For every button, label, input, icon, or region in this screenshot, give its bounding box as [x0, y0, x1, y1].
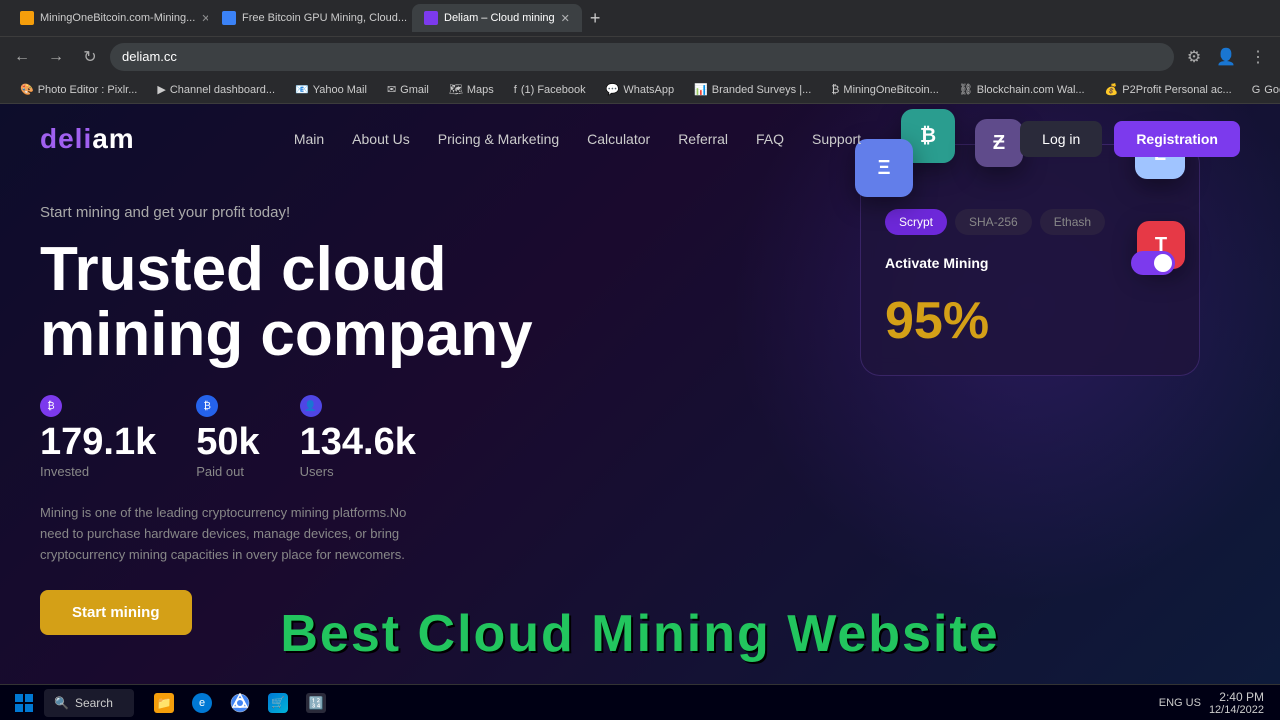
bookmark-12[interactable]: GGoogle AdSense: [1244, 82, 1280, 98]
profile-button[interactable]: 👤: [1212, 43, 1240, 71]
nav-faq[interactable]: FAQ: [756, 131, 784, 147]
refresh-button[interactable]: ↻: [76, 43, 104, 71]
bookmark-7[interactable]: 💬WhatsApp: [598, 81, 682, 98]
start-button[interactable]: [8, 689, 40, 717]
stat-invested-value: 179.1k: [40, 421, 156, 464]
activate-row: Activate Mining: [885, 251, 1175, 275]
bookmark-5[interactable]: 🗺Maps: [441, 81, 502, 98]
mining-toggle[interactable]: [1131, 251, 1175, 275]
nav-bar: ← → ↻ ⚙ 👤 ⋮: [0, 36, 1280, 76]
bookmark-3[interactable]: 📧Yahoo Mail: [287, 81, 375, 98]
taskbar-right: ENG US 2:40 PM 12/14/2022: [1151, 690, 1272, 716]
back-button[interactable]: ←: [8, 43, 36, 71]
login-button[interactable]: Log in: [1020, 121, 1102, 157]
search-icon: 🔍: [54, 696, 69, 710]
taskbar-app-edge[interactable]: e: [184, 687, 220, 719]
nav-pricing[interactable]: Pricing & Marketing: [438, 131, 559, 147]
bookmark-1[interactable]: 🎨Photo Editor : Pixlr...: [12, 81, 145, 98]
card-tab-sha256[interactable]: SHA-256: [955, 209, 1032, 235]
nav-buttons: Log in Registration: [1020, 121, 1240, 157]
tab-close-1[interactable]: ✕: [201, 12, 208, 25]
tab-1[interactable]: MiningOneBitcoin.com-Mining... ✕: [8, 4, 208, 32]
tab-3[interactable]: Deliam – Cloud mining ✕: [412, 4, 582, 32]
stat-icon-indigo: 👤: [300, 395, 322, 417]
hero-section: Start mining and get your profit today! …: [0, 174, 1280, 635]
stat-invested: ₿ 179.1k Invested: [40, 395, 156, 479]
tab-bar: MiningOneBitcoin.com-Mining... ✕ Free Bi…: [0, 0, 1280, 36]
card-tabs: Scrypt SHA-256 Ethash: [885, 209, 1175, 235]
taskbar-app-explorer[interactable]: 📁: [146, 687, 182, 719]
locale-label: ENG US: [1159, 697, 1201, 709]
nav-support[interactable]: Support: [812, 131, 861, 147]
taskbar-app-calc[interactable]: 🔢: [298, 687, 334, 719]
taskbar-time: 2:40 PM: [1209, 690, 1264, 704]
bookmark-2[interactable]: ▶Channel dashboard...: [149, 81, 283, 98]
website-content: deliam Main About Us Pricing & Marketing…: [0, 104, 1280, 684]
bookmark-10[interactable]: ⛓Blockchain.com Wal...: [951, 81, 1093, 98]
site-logo[interactable]: deliam: [40, 123, 135, 155]
nav-main[interactable]: Main: [294, 131, 324, 147]
stat-paidout-value: 50k: [196, 421, 259, 464]
tab-favicon-1: [20, 11, 34, 25]
stat-users: 👤 134.6k Users: [300, 395, 416, 479]
tab-2[interactable]: Free Bitcoin GPU Mining, Cloud... ✕: [210, 4, 410, 32]
bookmark-6[interactable]: f(1) Facebook: [506, 82, 594, 98]
stat-icon-row-3: 👤: [300, 395, 416, 417]
card-tab-ethash[interactable]: Ethash: [1040, 209, 1105, 235]
hero-title: Trusted cloud mining company: [40, 237, 640, 367]
bookmark-8[interactable]: 📊Branded Surveys |...: [686, 81, 819, 98]
stat-icon-row-1: ₿: [40, 395, 156, 417]
stat-icon-blue: ₿: [196, 395, 218, 417]
tab-favicon-3: [424, 11, 438, 25]
taskbar-clock: 2:40 PM 12/14/2022: [1209, 690, 1264, 716]
stat-paidout-label: Paid out: [196, 464, 259, 479]
activate-label: Activate Mining: [885, 255, 988, 271]
hero-description: Mining is one of the leading cryptocurre…: [40, 503, 420, 565]
tab-label-1: MiningOneBitcoin.com-Mining...: [40, 12, 195, 24]
bookmark-11[interactable]: 💰P2Profit Personal ac...: [1097, 81, 1240, 98]
tab-label-2: Free Bitcoin GPU Mining, Cloud...: [242, 12, 407, 24]
nav-referral[interactable]: Referral: [678, 131, 728, 147]
stat-paidout: ₿ 50k Paid out: [196, 395, 259, 479]
register-button[interactable]: Registration: [1114, 121, 1240, 157]
taskbar-date: 12/14/2022: [1209, 704, 1264, 716]
stat-icon-purple: ₿: [40, 395, 62, 417]
search-label: Search: [75, 696, 113, 710]
stat-invested-label: Invested: [40, 464, 156, 479]
stats-section: ₿ 179.1k Invested ₿ 50k Paid out 👤 134.6…: [40, 395, 1240, 479]
taskbar-app-store[interactable]: 🛒: [260, 687, 296, 719]
site-navigation: deliam Main About Us Pricing & Marketing…: [0, 104, 1280, 174]
extensions-button[interactable]: ⚙: [1180, 43, 1208, 71]
card-tab-scrypt[interactable]: Scrypt: [885, 209, 947, 235]
stat-users-label: Users: [300, 464, 416, 479]
bookmark-4[interactable]: ✉Gmail: [379, 81, 437, 98]
bookmarks-bar: 🎨Photo Editor : Pixlr... ▶Channel dashbo…: [0, 76, 1280, 104]
nav-about[interactable]: About Us: [352, 131, 410, 147]
taskbar-app-chrome[interactable]: [222, 687, 258, 719]
bookmark-9[interactable]: ₿MiningOneBitcoin...: [823, 82, 947, 98]
mining-card: ₿ Ξ Ƶ Ł T Scrypt SHA-256 Ethash Activate…: [860, 144, 1200, 376]
tab-label-3: Deliam – Cloud mining: [444, 12, 555, 24]
tab-close-3[interactable]: ✕: [561, 12, 570, 25]
taskbar: 🔍 Search 📁 e 🛒 🔢 ENG US 2:40 PM 12/: [0, 684, 1280, 720]
taskbar-search[interactable]: 🔍 Search: [44, 689, 134, 717]
nav-links: Main About Us Pricing & Marketing Calcul…: [294, 131, 861, 147]
nav-actions: ⚙ 👤 ⋮: [1180, 43, 1272, 71]
tab-favicon-2: [222, 11, 236, 25]
forward-button[interactable]: →: [42, 43, 70, 71]
nav-calculator[interactable]: Calculator: [587, 131, 650, 147]
address-bar[interactable]: [110, 43, 1174, 71]
taskbar-apps: 📁 e 🛒 🔢: [138, 687, 1147, 719]
mining-percent: 95%: [885, 291, 1175, 351]
new-tab-button[interactable]: +: [584, 8, 607, 29]
stat-users-value: 134.6k: [300, 421, 416, 464]
menu-button[interactable]: ⋮: [1244, 43, 1272, 71]
overlay-text: Best Cloud Mining Website: [0, 604, 1280, 664]
stat-icon-row-2: ₿: [196, 395, 259, 417]
browser-chrome: MiningOneBitcoin.com-Mining... ✕ Free Bi…: [0, 0, 1280, 104]
